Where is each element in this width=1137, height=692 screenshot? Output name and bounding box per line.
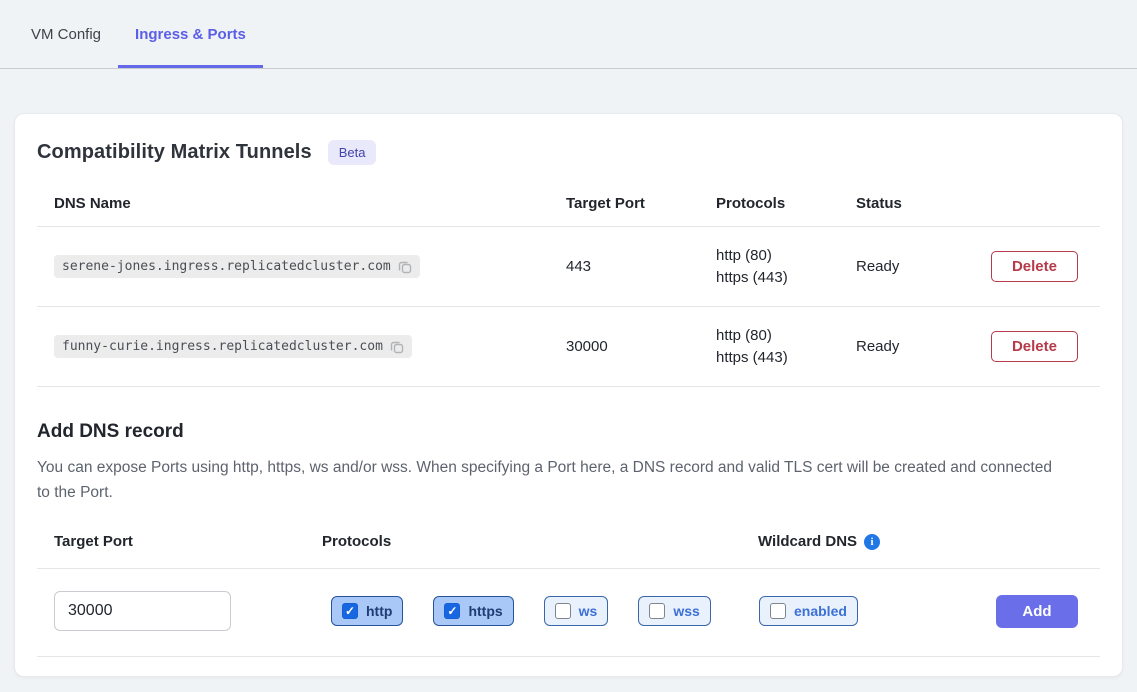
dns-name-cell: funny-curie.ingress.replicatedcluster.co…	[37, 335, 549, 358]
add-dns-form-row: ✓ http ✓ https ws wss enabled Add	[37, 568, 1100, 657]
copy-icon[interactable]	[390, 340, 404, 354]
add-dns-heading: Add DNS record	[37, 421, 1100, 443]
label-target-port: Target Port	[37, 533, 305, 550]
card-title-row: Compatibility Matrix Tunnels Beta	[37, 140, 1100, 165]
card-title: Compatibility Matrix Tunnels	[37, 141, 312, 164]
checkbox-checked-icon: ✓	[444, 603, 460, 619]
table-header-row: DNS Name Target Port Protocols Status	[37, 181, 1100, 227]
wildcard-dns-label-text: Wildcard DNS	[758, 533, 857, 550]
target-port-input[interactable]	[54, 591, 231, 631]
tunnels-card: Compatibility Matrix Tunnels Beta DNS Na…	[14, 113, 1123, 677]
checkbox-unchecked-icon	[649, 603, 665, 619]
protocol-line: https (443)	[716, 269, 839, 287]
actions-cell: Delete	[991, 331, 1078, 362]
label-protocols: Protocols	[305, 533, 741, 550]
protocol-line: http (80)	[716, 327, 839, 345]
info-icon[interactable]: i	[864, 534, 880, 550]
protocol-chip-label: http	[366, 603, 392, 619]
add-button[interactable]: Add	[996, 595, 1078, 628]
protocols-cell: http (80) https (443)	[699, 247, 839, 287]
status-cell: Ready	[839, 338, 979, 355]
add-dns-description: You can expose Ports using http, https, …	[37, 455, 1052, 505]
target-port-field-cell	[37, 591, 305, 631]
table-row: funny-curie.ingress.replicatedcluster.co…	[37, 307, 1100, 387]
wildcard-dns-cell: enabled	[741, 596, 980, 626]
protocol-chip-label: wss	[673, 603, 699, 619]
delete-button[interactable]: Delete	[991, 251, 1078, 282]
wildcard-enabled-checkbox[interactable]: enabled	[759, 596, 858, 626]
protocol-chip-label: https	[468, 603, 502, 619]
wildcard-chip-label: enabled	[794, 603, 847, 619]
header-dns-name: DNS Name	[37, 195, 549, 212]
protocol-line: https (443)	[716, 349, 839, 367]
form-labels-row: Target Port Protocols Wildcard DNS i	[37, 533, 1100, 568]
copy-icon[interactable]	[398, 260, 412, 274]
status-cell: Ready	[839, 258, 979, 275]
dns-name-pill: funny-curie.ingress.replicatedcluster.co…	[54, 335, 412, 358]
tab-ingress-ports[interactable]: Ingress & Ports	[118, 0, 263, 68]
protocols-cell: http (80) https (443)	[699, 327, 839, 367]
header-protocols: Protocols	[699, 195, 839, 212]
delete-button[interactable]: Delete	[991, 331, 1078, 362]
checkbox-checked-icon: ✓	[342, 603, 358, 619]
protocol-line: http (80)	[716, 247, 839, 265]
dns-name-cell: serene-jones.ingress.replicatedcluster.c…	[37, 255, 549, 278]
target-port-cell: 443	[549, 258, 699, 275]
tab-bar: VM Config Ingress & Ports	[0, 0, 1137, 69]
protocol-checkbox-ws[interactable]: ws	[544, 596, 609, 626]
tunnels-table: DNS Name Target Port Protocols Status se…	[37, 181, 1100, 387]
protocol-checkbox-wss[interactable]: wss	[638, 596, 710, 626]
protocol-checkbox-https[interactable]: ✓ https	[433, 596, 513, 626]
dns-name-text: serene-jones.ingress.replicatedcluster.c…	[62, 259, 391, 274]
header-status: Status	[839, 195, 979, 212]
header-target-port: Target Port	[549, 195, 699, 212]
dns-name-pill: serene-jones.ingress.replicatedcluster.c…	[54, 255, 420, 278]
target-port-cell: 30000	[549, 338, 699, 355]
table-row: serene-jones.ingress.replicatedcluster.c…	[37, 227, 1100, 307]
checkbox-unchecked-icon	[555, 603, 571, 619]
actions-cell: Delete	[991, 251, 1078, 282]
tab-vm-config[interactable]: VM Config	[14, 0, 118, 68]
protocol-checkbox-http[interactable]: ✓ http	[331, 596, 403, 626]
dns-name-text: funny-curie.ingress.replicatedcluster.co…	[62, 339, 383, 354]
protocol-chips: ✓ http ✓ https ws wss	[305, 596, 741, 626]
beta-badge: Beta	[328, 140, 377, 165]
checkbox-unchecked-icon	[770, 603, 786, 619]
protocol-chip-label: ws	[579, 603, 598, 619]
label-wildcard-dns: Wildcard DNS i	[741, 533, 980, 550]
